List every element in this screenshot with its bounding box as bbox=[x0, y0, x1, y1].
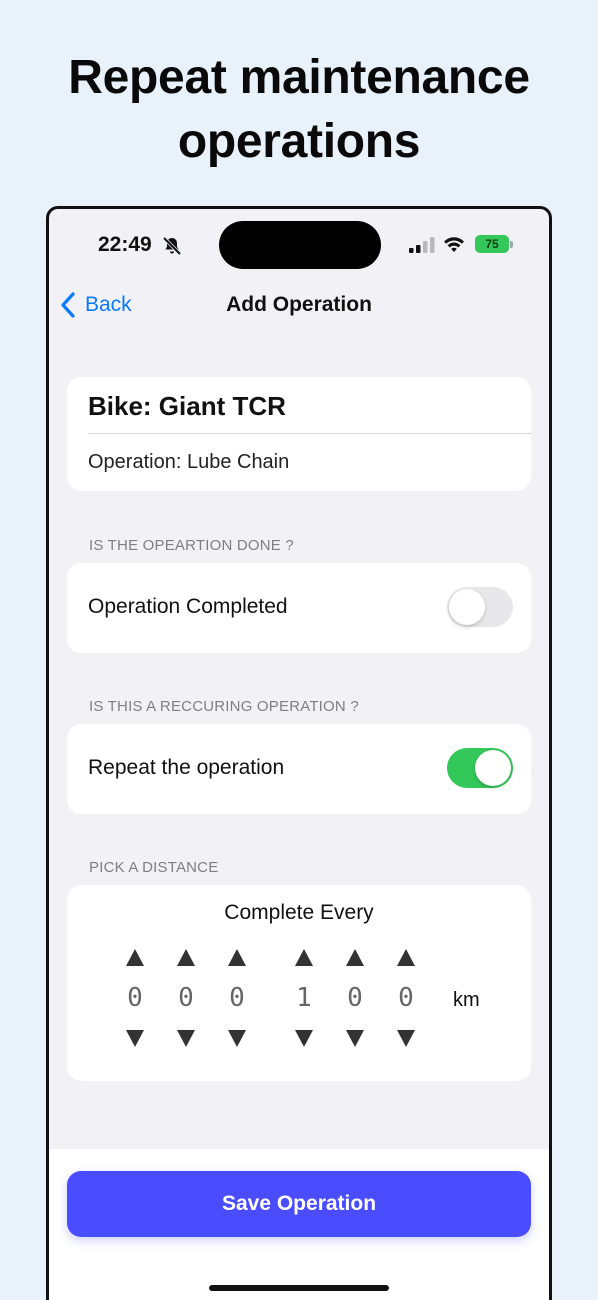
increment-arrow-icon[interactable] bbox=[397, 949, 415, 966]
distance-card: Complete Every 0 0 0 1 0 0 km bbox=[67, 885, 531, 1081]
digit-value: 1 bbox=[296, 983, 312, 1013]
recurring-card: Repeat the operation bbox=[67, 724, 531, 814]
digit-picker-2: 0 bbox=[166, 947, 206, 1057]
operation-name: Operation: Lube Chain bbox=[88, 451, 290, 473]
done-section-header: IS THE OPEARTION DONE ? bbox=[89, 537, 294, 554]
battery-icon: 75 bbox=[475, 235, 509, 253]
increment-arrow-icon[interactable] bbox=[346, 949, 364, 966]
digit-picker-5: 0 bbox=[335, 947, 375, 1057]
digit-value: 0 bbox=[127, 983, 143, 1013]
digit-picker-1: 0 bbox=[115, 947, 155, 1057]
divider bbox=[88, 433, 531, 434]
wifi-icon bbox=[444, 237, 464, 252]
bottom-bar: Save Operation bbox=[49, 1149, 549, 1300]
nav-title: Add Operation bbox=[226, 293, 372, 316]
complete-every-label: Complete Every bbox=[224, 901, 374, 924]
repeat-operation-toggle[interactable] bbox=[447, 748, 513, 788]
digit-picker-4: 1 bbox=[284, 947, 324, 1057]
cellular-signal-icon bbox=[409, 237, 435, 253]
increment-arrow-icon[interactable] bbox=[126, 949, 144, 966]
done-card: Operation Completed bbox=[67, 563, 531, 653]
bell-slash-icon bbox=[162, 236, 182, 256]
status-time: 22:49 bbox=[98, 233, 152, 256]
promo-title: Repeat maintenance operations bbox=[0, 46, 598, 174]
dynamic-island bbox=[219, 221, 381, 269]
toggle-knob bbox=[475, 750, 511, 786]
bike-card: Bike: Giant TCR Operation: Lube Chain bbox=[67, 377, 531, 491]
recurring-section-header: IS THIS A RECCURING OPERATION ? bbox=[89, 698, 359, 715]
home-indicator bbox=[209, 1285, 389, 1291]
digit-value: 0 bbox=[347, 983, 363, 1013]
navigation-bar: Back Add Operation bbox=[49, 279, 549, 335]
digit-value: 0 bbox=[229, 983, 245, 1013]
decrement-arrow-icon[interactable] bbox=[295, 1030, 313, 1047]
increment-arrow-icon[interactable] bbox=[177, 949, 195, 966]
decrement-arrow-icon[interactable] bbox=[228, 1030, 246, 1047]
distance-section-header: PICK A DISTANCE bbox=[89, 859, 219, 876]
digit-picker-3: 0 bbox=[217, 947, 257, 1057]
digit-picker-6: 0 bbox=[386, 947, 426, 1057]
promo-title-line1: Repeat maintenance bbox=[68, 51, 530, 104]
battery-cap bbox=[510, 241, 513, 248]
operation-completed-label: Operation Completed bbox=[88, 595, 288, 618]
promo-title-line2: operations bbox=[177, 115, 421, 168]
digit-value: 0 bbox=[398, 983, 414, 1013]
save-operation-button[interactable]: Save Operation bbox=[67, 1171, 531, 1237]
decrement-arrow-icon[interactable] bbox=[346, 1030, 364, 1047]
digit-value: 0 bbox=[178, 983, 194, 1013]
phone-frame: 22:49 75 Back Add Operation Bike: Giant … bbox=[46, 206, 552, 1300]
repeat-operation-label: Repeat the operation bbox=[88, 756, 285, 779]
decrement-arrow-icon[interactable] bbox=[126, 1030, 144, 1047]
operation-completed-toggle[interactable] bbox=[447, 587, 513, 627]
increment-arrow-icon[interactable] bbox=[295, 949, 313, 966]
decrement-arrow-icon[interactable] bbox=[397, 1030, 415, 1047]
bike-name: Bike: Giant TCR bbox=[88, 391, 286, 421]
distance-unit: km bbox=[453, 989, 480, 1011]
increment-arrow-icon[interactable] bbox=[228, 949, 246, 966]
decrement-arrow-icon[interactable] bbox=[177, 1030, 195, 1047]
status-bar: 22:49 75 bbox=[49, 209, 549, 279]
toggle-knob bbox=[449, 589, 485, 625]
